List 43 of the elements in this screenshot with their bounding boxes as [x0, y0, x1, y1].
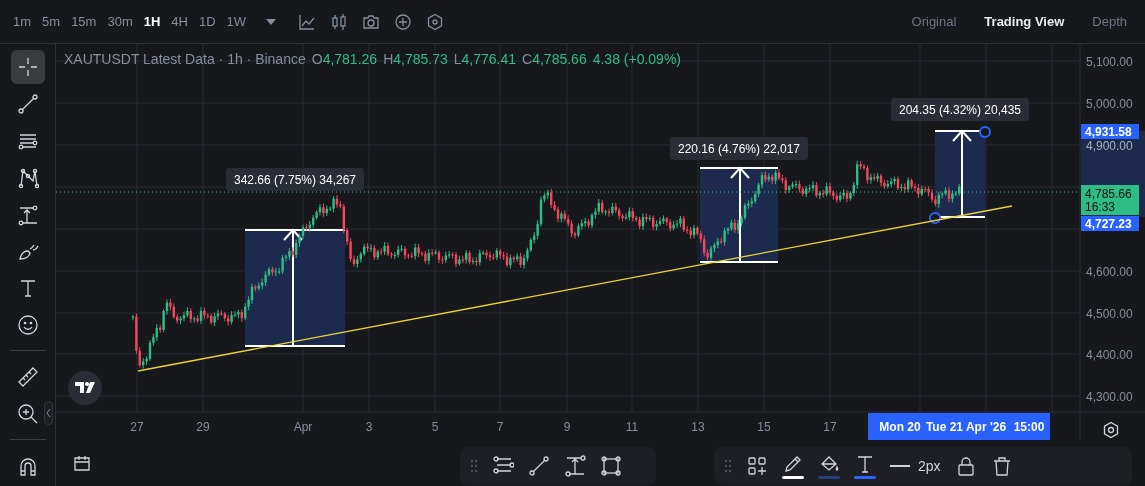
price-change: 4.38 (+0.09%): [592, 51, 681, 67]
timeframe-tab[interactable]: 1H: [138, 10, 166, 33]
view-tab[interactable]: Trading View: [974, 10, 1075, 33]
timeframe-tab[interactable]: 5m: [37, 10, 66, 33]
ohlc-value: L4,776.41: [453, 51, 517, 67]
timeframe-tab[interactable]: 15m: [66, 10, 102, 33]
price-tick-label: 4,300.00: [1086, 390, 1133, 404]
timeframe-tab[interactable]: 1W: [221, 10, 252, 33]
time-tick-label: 3: [365, 420, 373, 434]
price-marker-label: 4,931.58: [1081, 124, 1139, 139]
view-tab[interactable]: Depth: [1082, 10, 1137, 33]
measure-label: 220.16 (4.76%) 22,017: [670, 137, 808, 160]
price-marker-label: 4,727.23: [1081, 216, 1139, 231]
time-tick-label: 27: [130, 420, 144, 434]
measure-label: 204.35 (4.32%) 20,435: [891, 98, 1029, 121]
time-tick-label: 17: [823, 420, 837, 434]
price-tick-label: 5,000.00: [1086, 97, 1133, 111]
view-tab[interactable]: Original: [901, 10, 967, 33]
time-tick-label: 13: [691, 420, 705, 434]
time-tick-label: 5: [431, 420, 439, 434]
measure-label: 342.66 (7.75%) 34,267: [226, 168, 364, 191]
price-tick-label: 4,900.00: [1086, 139, 1133, 153]
timeframe-tab[interactable]: 4H: [166, 10, 193, 33]
line-width-button[interactable]: 2px: [890, 458, 941, 474]
time-tick-label: 9: [563, 420, 571, 434]
time-tick-label: 7: [496, 420, 504, 434]
price-tick-label: 5,100.00: [1086, 55, 1133, 69]
time-tick-label: 15: [757, 420, 771, 434]
time-tick-label: Apr: [293, 420, 313, 434]
price-tick-label: 4,500.00: [1086, 307, 1133, 321]
price-tick-label: 4,400.00: [1086, 348, 1133, 362]
timeframe-tab[interactable]: 1m: [8, 10, 37, 33]
timeframe-tab[interactable]: 30m: [102, 10, 138, 33]
time-tick-label: 29: [196, 420, 210, 434]
time-tick-label: 11: [625, 420, 639, 434]
ohlc-value: O4,781.26: [311, 51, 378, 67]
price-tick-label: 4,600.00: [1086, 265, 1133, 279]
timeframe-tab[interactable]: 1D: [193, 10, 221, 33]
ohlc-value: H4,785.73: [383, 51, 448, 67]
symbol-title: XAUTUSDT Latest Data · 1h · Binance: [64, 51, 306, 67]
last-price-label: 4,785.66 16:33: [1081, 185, 1139, 215]
ohlc-value: C4,785.66: [522, 51, 587, 67]
crosshair-time-label: Mon 20 Tue 21 Apr '26 15:00: [868, 413, 1050, 440]
